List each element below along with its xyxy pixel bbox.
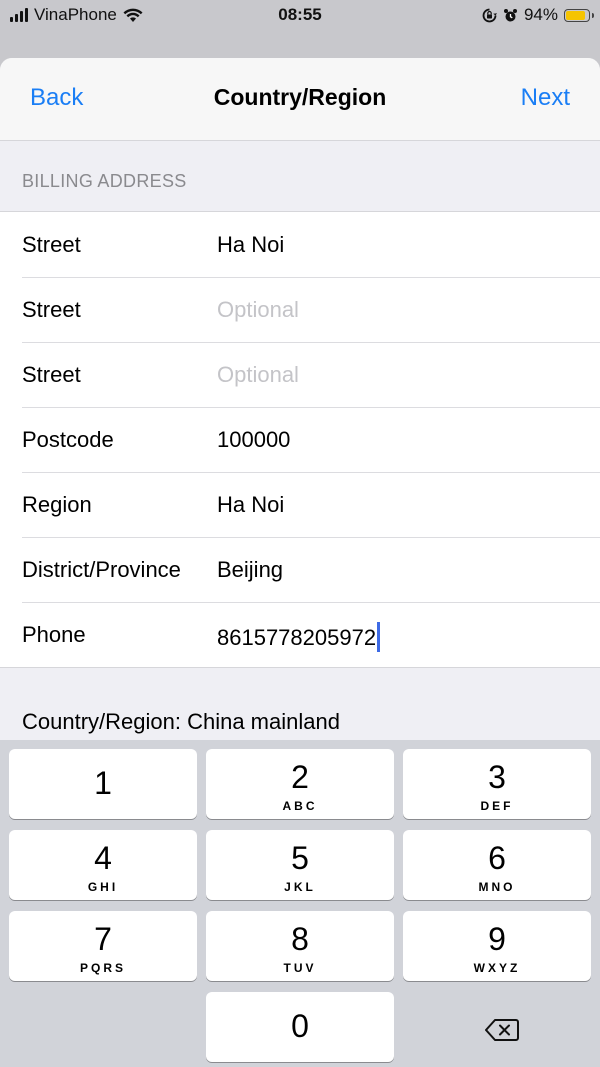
street-field-3[interactable]: Optional bbox=[217, 362, 299, 388]
battery-fill bbox=[566, 10, 585, 20]
next-button[interactable]: Next bbox=[521, 84, 570, 112]
status-bar: VinaPhone 08:55 94% bbox=[0, 0, 600, 32]
street-row[interactable]: Street Optional bbox=[0, 342, 600, 407]
text-cursor bbox=[377, 622, 381, 652]
key-letters: JKL bbox=[284, 880, 316, 894]
key-digit: 9 bbox=[488, 921, 506, 957]
key-0[interactable]: 0 bbox=[206, 992, 394, 1062]
key-digit: 7 bbox=[94, 921, 112, 957]
page-title: Country/Region bbox=[213, 84, 387, 110]
key-digit: 5 bbox=[291, 840, 309, 876]
delete-key[interactable] bbox=[403, 992, 591, 1062]
phone-row[interactable]: Phone 8615778205972 bbox=[0, 602, 600, 667]
field-label: District/Province bbox=[22, 557, 181, 582]
battery-icon bbox=[564, 8, 594, 22]
field-label: Street bbox=[22, 297, 81, 322]
key-digit: 6 bbox=[488, 840, 506, 876]
country-region-label: Country/Region: China mainland bbox=[22, 709, 340, 734]
field-label: Street bbox=[22, 362, 81, 387]
key-letters: WXYZ bbox=[473, 961, 521, 975]
street-field-1[interactable]: Ha Noi bbox=[217, 232, 284, 258]
key-2[interactable]: 2 ABC bbox=[206, 749, 394, 819]
key-9[interactable]: 9 WXYZ bbox=[403, 911, 591, 981]
street-row[interactable]: Street Optional bbox=[0, 277, 600, 342]
key-8[interactable]: 8 TUV bbox=[206, 911, 394, 981]
postcode-field[interactable]: 100000 bbox=[217, 427, 290, 453]
key-7[interactable]: 7 PQRS bbox=[9, 911, 197, 981]
key-6[interactable]: 6 MNO bbox=[403, 830, 591, 900]
key-digit: 4 bbox=[94, 840, 112, 876]
region-row[interactable]: Region Ha Noi bbox=[0, 472, 600, 537]
backspace-icon bbox=[485, 1019, 519, 1041]
key-letters: TUV bbox=[283, 961, 317, 975]
key-1[interactable]: 1 bbox=[9, 749, 197, 819]
field-label: Phone bbox=[22, 622, 86, 647]
field-label: Postcode bbox=[22, 427, 114, 452]
street-row[interactable]: Street Ha Noi bbox=[0, 212, 600, 277]
phone-value: 8615778205972 bbox=[217, 625, 377, 650]
navigation-bar: Back Country/Region Next bbox=[0, 58, 600, 141]
phone-field[interactable]: 8615778205972 bbox=[217, 622, 381, 652]
section-header: BILLING ADDRESS bbox=[22, 171, 187, 191]
key-letters: PQRS bbox=[79, 961, 126, 975]
district-province-row[interactable]: District/Province Beijing bbox=[0, 537, 600, 602]
key-letters: GHI bbox=[87, 880, 119, 894]
billing-address-form: Street Ha Noi Street Optional Street Opt… bbox=[0, 211, 600, 668]
postcode-row[interactable]: Postcode 100000 bbox=[0, 407, 600, 472]
region-field[interactable]: Ha Noi bbox=[217, 492, 284, 518]
key-3[interactable]: 3 DEF bbox=[403, 749, 591, 819]
key-4[interactable]: 4 GHI bbox=[9, 830, 197, 900]
numeric-keypad: 1 2 ABC 3 DEF 4 GHI 5 JKL 6 MNO 7 PQRS 8… bbox=[0, 740, 600, 1067]
key-5[interactable]: 5 JKL bbox=[206, 830, 394, 900]
district-province-field[interactable]: Beijing bbox=[217, 557, 283, 583]
key-letters: ABC bbox=[282, 799, 318, 813]
field-label: Region bbox=[22, 492, 92, 517]
key-letters: DEF bbox=[480, 799, 514, 813]
battery-percent: 94% bbox=[523, 5, 558, 24]
field-label: Street bbox=[22, 232, 81, 257]
key-digit: 8 bbox=[291, 921, 309, 957]
status-right: 94% bbox=[482, 5, 594, 25]
street-field-2[interactable]: Optional bbox=[217, 297, 299, 323]
key-digit: 3 bbox=[488, 759, 506, 795]
alarm-icon bbox=[503, 8, 517, 21]
key-digit: 0 bbox=[291, 1008, 309, 1044]
key-digit: 1 bbox=[94, 765, 112, 801]
key-digit: 2 bbox=[291, 759, 309, 795]
orientation-lock-icon bbox=[482, 8, 497, 22]
key-letters: MNO bbox=[478, 880, 516, 894]
